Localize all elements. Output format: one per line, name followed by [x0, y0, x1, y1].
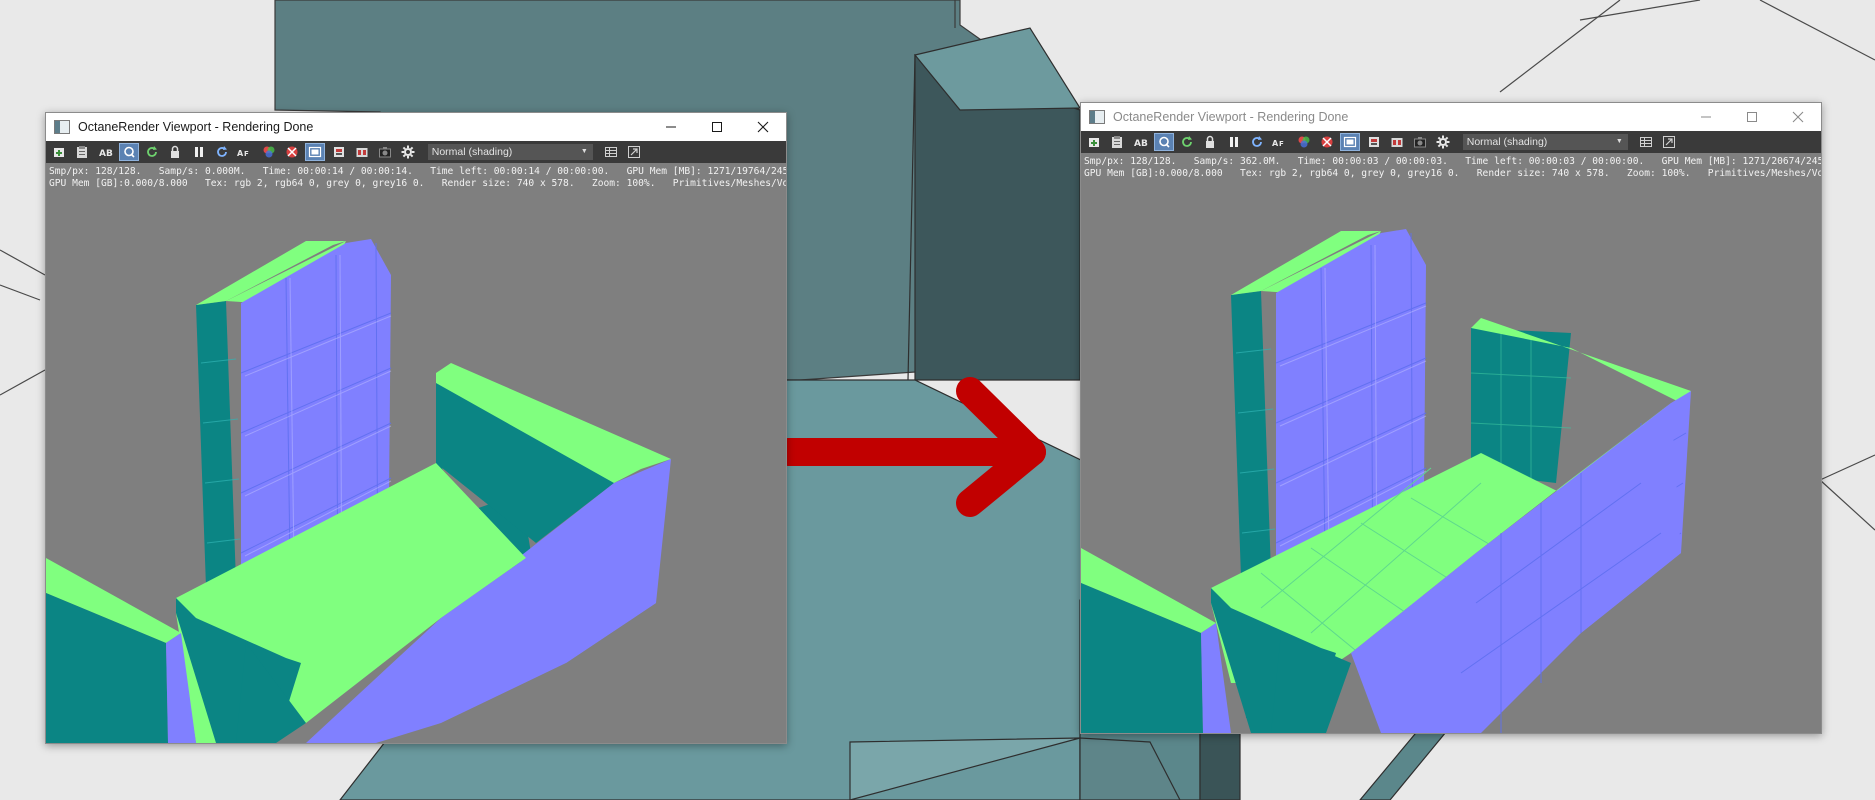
app-icon	[54, 120, 70, 134]
chevron-down-icon: ▼	[1615, 138, 1623, 145]
render-image	[46, 163, 786, 743]
refresh-icon[interactable]	[212, 143, 232, 161]
display-mode-value: Normal (shading)	[1466, 136, 1548, 148]
stats-line-1: Smp/px: 128/128. Samp/s: 362.0M. Time: 0…	[1084, 156, 1821, 167]
camera-icon[interactable]	[375, 143, 395, 161]
clipboard-icon[interactable]	[1107, 133, 1127, 151]
table-icon[interactable]	[601, 143, 621, 161]
app-icon	[1089, 110, 1105, 124]
import-icon[interactable]	[49, 143, 69, 161]
import-icon[interactable]	[1084, 133, 1104, 151]
settings-icon[interactable]	[398, 143, 418, 161]
minimize-icon	[1701, 116, 1711, 118]
clay-mode-icon[interactable]	[1317, 133, 1337, 151]
restart-render-icon[interactable]	[1177, 133, 1197, 151]
title-bar[interactable]: OctaneRender Viewport - Rendering Done	[46, 113, 786, 141]
film-region-icon[interactable]	[329, 143, 349, 161]
stats-line-2: GPU Mem [GB]:0.000/8.000 Tex: rgb 2, rgb…	[1084, 168, 1821, 179]
svg-text:A: A	[237, 149, 244, 158]
close-icon	[1792, 111, 1804, 123]
color-picker-icon[interactable]	[1294, 133, 1314, 151]
minimize-icon	[666, 126, 676, 128]
display-mode-dropdown[interactable]: Normal (shading) ▼	[427, 144, 593, 160]
settings-icon[interactable]	[1433, 133, 1453, 151]
left-viewport-window[interactable]: OctaneRender Viewport - Rendering Done A…	[45, 112, 787, 744]
window-title: OctaneRender Viewport - Rendering Done	[78, 120, 314, 134]
region-render-icon[interactable]	[305, 143, 326, 161]
viewport-toolbar: AB AF Normal (shading) ▼	[46, 141, 786, 163]
right-viewport-window[interactable]: OctaneRender Viewport - Rendering Done A…	[1080, 102, 1822, 734]
lock-icon[interactable]	[165, 143, 185, 161]
aov-icon[interactable]: AF	[235, 143, 255, 161]
maximize-icon	[712, 122, 722, 132]
maximize-button[interactable]	[694, 113, 740, 141]
render-stats: Smp/px: 128/128. Samp/s: 0.000M. Time: 0…	[49, 166, 786, 190]
fit-view-icon[interactable]	[624, 143, 644, 161]
render-image	[1081, 153, 1821, 733]
comparison-arrow-icon	[774, 377, 1046, 517]
clipboard-icon[interactable]	[72, 143, 92, 161]
pause-icon[interactable]	[1224, 133, 1244, 151]
chevron-down-icon: ▼	[580, 148, 588, 155]
viewport-toolbar: AB AF Normal (shading) ▼	[1081, 131, 1821, 153]
minimize-button[interactable]	[1683, 103, 1729, 131]
svg-text:F: F	[1279, 140, 1284, 148]
close-icon	[757, 121, 769, 133]
lock-icon[interactable]	[1200, 133, 1220, 151]
render-stats: Smp/px: 128/128. Samp/s: 362.0M. Time: 0…	[1084, 156, 1821, 180]
quick-render-icon[interactable]	[118, 143, 139, 161]
display-mode-dropdown[interactable]: Normal (shading) ▼	[1462, 134, 1628, 150]
ab-compare-icon[interactable]: AB	[1131, 133, 1151, 151]
film-region-icon[interactable]	[1364, 133, 1384, 151]
render-viewport[interactable]: Smp/px: 128/128. Samp/s: 362.0M. Time: 0…	[1081, 153, 1821, 733]
table-icon[interactable]	[1636, 133, 1656, 151]
render-layers-icon[interactable]	[1387, 133, 1407, 151]
title-bar[interactable]: OctaneRender Viewport - Rendering Done	[1081, 103, 1821, 131]
stats-line-2: GPU Mem [GB]:0.000/8.000 Tex: rgb 2, rgb…	[49, 178, 786, 189]
quick-render-icon[interactable]	[1153, 133, 1174, 151]
region-render-icon[interactable]	[1340, 133, 1361, 151]
svg-text:AB: AB	[99, 149, 113, 159]
color-picker-icon[interactable]	[259, 143, 279, 161]
svg-text:A: A	[1272, 139, 1279, 148]
render-viewport[interactable]: Smp/px: 128/128. Samp/s: 0.000M. Time: 0…	[46, 163, 786, 743]
fit-view-icon[interactable]	[1659, 133, 1679, 151]
render-layers-icon[interactable]	[352, 143, 372, 161]
window-title: OctaneRender Viewport - Rendering Done	[1113, 110, 1349, 124]
clay-mode-icon[interactable]	[282, 143, 302, 161]
camera-icon[interactable]	[1410, 133, 1430, 151]
minimize-button[interactable]	[648, 113, 694, 141]
svg-text:F: F	[244, 150, 249, 158]
maximize-button[interactable]	[1729, 103, 1775, 131]
stats-line-1: Smp/px: 128/128. Samp/s: 0.000M. Time: 0…	[49, 166, 786, 177]
display-mode-value: Normal (shading)	[431, 146, 513, 158]
close-button[interactable]	[1775, 103, 1821, 131]
pause-icon[interactable]	[189, 143, 209, 161]
close-button[interactable]	[740, 113, 786, 141]
maximize-icon	[1747, 112, 1757, 122]
ab-compare-icon[interactable]: AB	[96, 143, 116, 161]
restart-render-icon[interactable]	[142, 143, 162, 161]
aov-icon[interactable]: AF	[1270, 133, 1290, 151]
refresh-icon[interactable]	[1247, 133, 1267, 151]
svg-text:AB: AB	[1134, 139, 1148, 149]
